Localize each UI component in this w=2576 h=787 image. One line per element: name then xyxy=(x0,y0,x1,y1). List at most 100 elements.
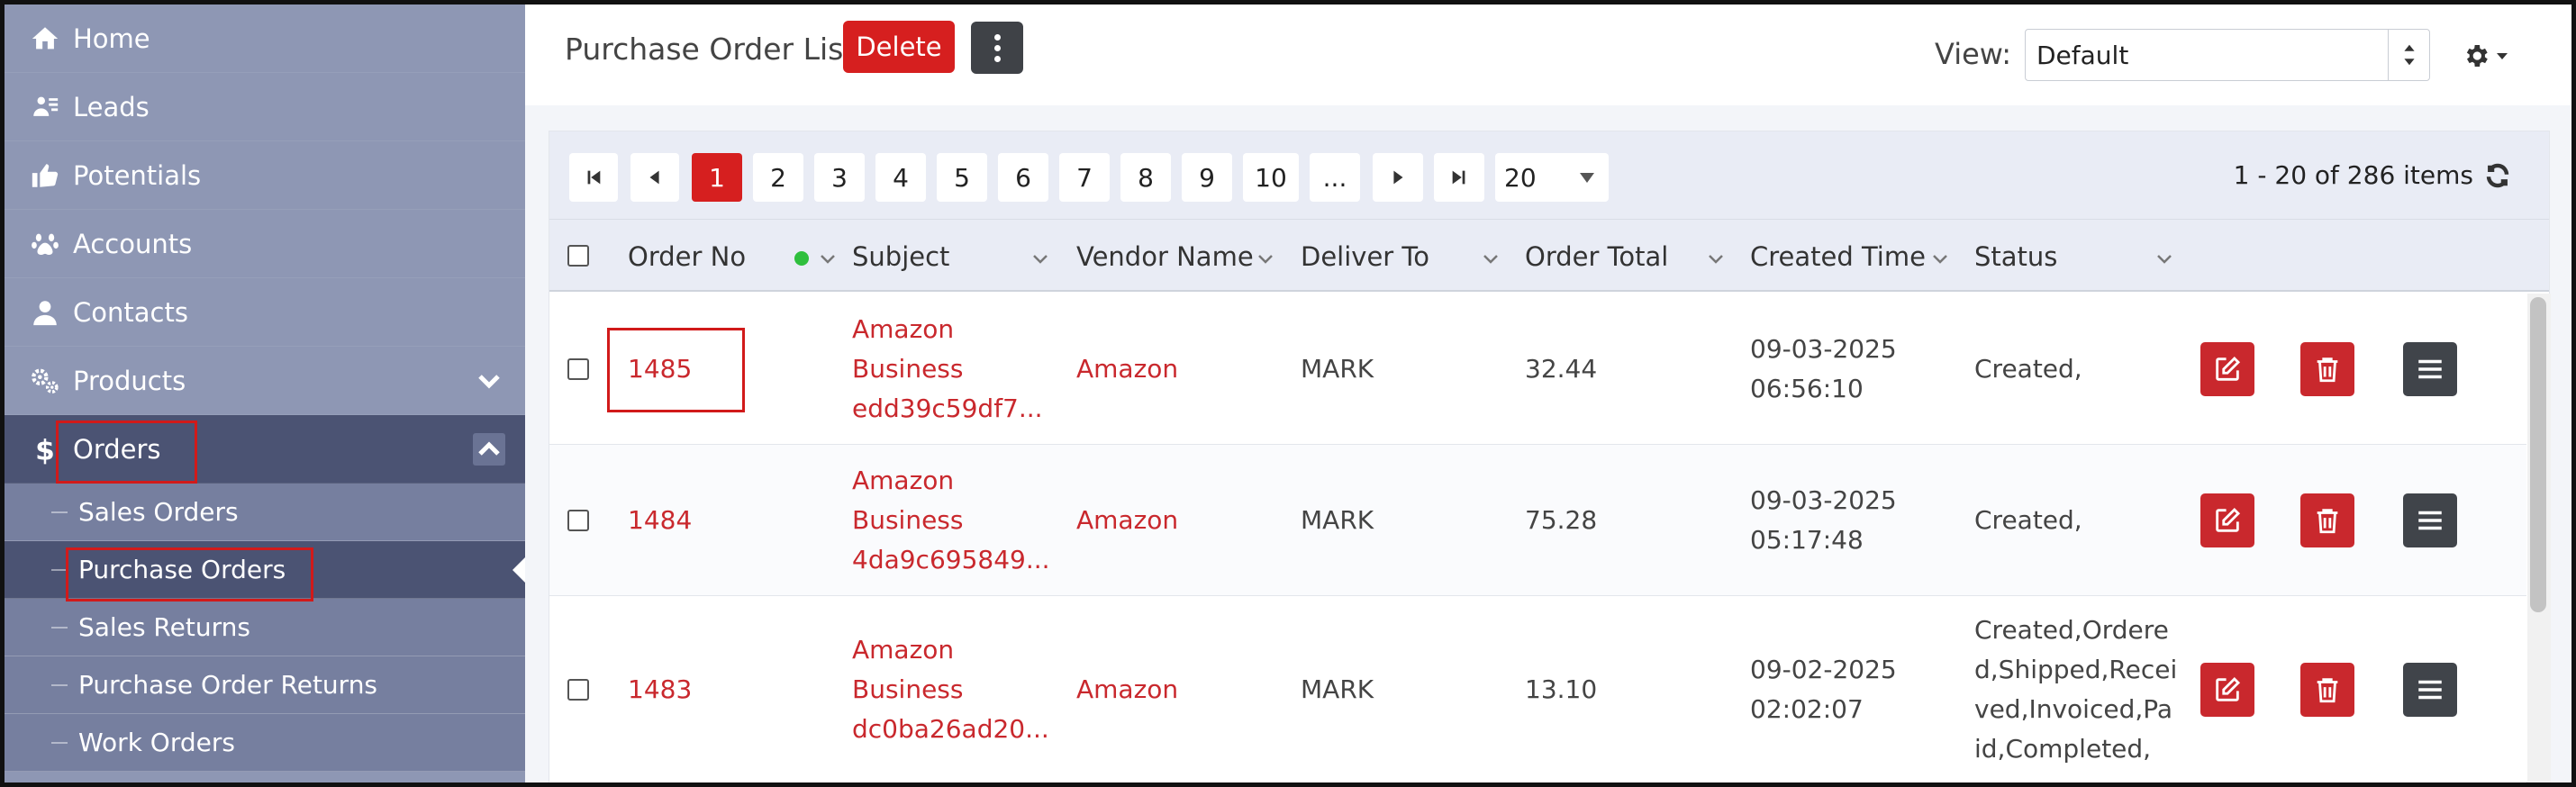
column-header-subject[interactable]: Subject xyxy=(852,241,949,272)
subject-line: Amazon xyxy=(852,314,955,344)
status-line: Created,Ordere xyxy=(1974,615,2169,645)
page-title: Purchase Order List xyxy=(565,32,856,67)
submenu-item-sales-returns[interactable]: Sales Returns xyxy=(5,599,525,656)
table-scrollbar[interactable] xyxy=(2527,294,2551,783)
page-button-7[interactable]: 7 xyxy=(1059,153,1110,202)
submenu-item-sales-orders[interactable]: Sales Orders xyxy=(5,484,525,541)
chevron-down-icon[interactable] xyxy=(1257,251,1274,264)
table-row[interactable]: 1484 Amazon Business 4da9c695849... Amaz… xyxy=(549,445,2526,596)
column-header-created-time[interactable]: Created Time xyxy=(1750,241,1926,272)
paw-icon xyxy=(26,228,64,260)
sidebar-item-potentials[interactable]: Potentials xyxy=(5,141,525,210)
last-page-button[interactable] xyxy=(1434,153,1484,202)
vendor-link[interactable]: Amazon xyxy=(1076,670,1178,710)
edit-button[interactable] xyxy=(2200,342,2254,396)
kebab-dot xyxy=(993,44,1001,51)
sidebar-item-home[interactable]: Home xyxy=(5,5,525,73)
page-button-3[interactable]: 3 xyxy=(814,153,865,202)
edit-button[interactable] xyxy=(2200,493,2254,547)
edit-icon xyxy=(2216,507,2241,532)
page-ellipsis-button[interactable]: ... xyxy=(1310,153,1360,202)
row-checkbox[interactable] xyxy=(567,358,589,380)
page-button-8[interactable]: 8 xyxy=(1120,153,1171,202)
row-menu-button[interactable] xyxy=(2403,342,2457,396)
chevron-down-icon[interactable] xyxy=(820,251,836,264)
scrollbar-thumb[interactable] xyxy=(2530,297,2546,612)
order-no-link[interactable]: 1485 xyxy=(628,349,692,389)
submenu-item-label: Sales Returns xyxy=(78,612,250,642)
vendor-link[interactable]: Amazon xyxy=(1076,349,1178,389)
first-page-button[interactable] xyxy=(569,153,618,202)
page-size-select[interactable]: 20 xyxy=(1495,153,1609,202)
chevron-down-icon[interactable] xyxy=(1932,251,1948,264)
chevron-up-icon[interactable] xyxy=(473,433,505,466)
status-line: Created, xyxy=(1974,505,2082,535)
deliver-to-value: MARK xyxy=(1301,505,1374,535)
main-content: Purchase Order List Delete View: Default… xyxy=(525,5,2571,785)
trash-icon xyxy=(2317,509,2338,534)
chevron-down-icon[interactable] xyxy=(1032,251,1048,264)
sidebar-item-products[interactable]: Products xyxy=(5,347,525,415)
column-header-vendor-name[interactable]: Vendor Name xyxy=(1076,241,1254,272)
chevron-down-icon[interactable] xyxy=(2156,251,2172,264)
subject-link[interactable]: Amazon Business edd39c59df7... xyxy=(852,310,1043,429)
page-button-9[interactable]: 9 xyxy=(1182,153,1232,202)
page-button-10[interactable]: 10 xyxy=(1243,153,1299,202)
deliver-to-value: MARK xyxy=(1301,674,1374,704)
row-checkbox[interactable] xyxy=(567,510,589,531)
edit-button[interactable] xyxy=(2200,663,2254,717)
view-select[interactable]: Default xyxy=(2025,29,2430,81)
vendor-link[interactable]: Amazon xyxy=(1076,501,1178,540)
submenu-item-work-orders[interactable]: Work Orders xyxy=(5,714,525,772)
sidebar-item-leads[interactable]: Leads xyxy=(5,73,525,141)
submenu-item-purchase-order-returns[interactable]: Purchase Order Returns xyxy=(5,656,525,714)
order-no-link[interactable]: 1483 xyxy=(628,670,692,710)
edit-icon xyxy=(2216,676,2241,701)
column-header-order-no[interactable]: Order No xyxy=(628,241,746,272)
hamburger-icon xyxy=(2418,680,2442,700)
sidebar-item-accounts[interactable]: Accounts xyxy=(5,210,525,278)
page-button-4[interactable]: 4 xyxy=(875,153,926,202)
chevron-down-icon[interactable] xyxy=(1483,251,1499,264)
row-menu-button[interactable] xyxy=(2403,493,2457,547)
sidebar-item-contacts[interactable]: Contacts xyxy=(5,278,525,347)
delete-row-button[interactable] xyxy=(2300,342,2354,396)
subject-link[interactable]: Amazon Business dc0ba26ad20... xyxy=(852,630,1049,749)
status-dot-icon xyxy=(794,251,809,266)
sidebar-item-label: Products xyxy=(73,365,186,396)
sidebar-item-orders[interactable]: $ Orders xyxy=(5,415,525,484)
next-page-button[interactable] xyxy=(1373,153,1423,202)
row-checkbox[interactable] xyxy=(567,679,589,701)
delete-row-button[interactable] xyxy=(2300,493,2354,547)
settings-dropdown[interactable] xyxy=(2462,41,2516,71)
page-button-5[interactable]: 5 xyxy=(937,153,987,202)
view-select-value: Default xyxy=(2036,40,2129,70)
created-time-value: 09-02-2025 02:02:07 xyxy=(1750,650,1897,729)
column-header-status[interactable]: Status xyxy=(1974,241,2057,272)
delete-row-button[interactable] xyxy=(2300,663,2354,717)
subject-link[interactable]: Amazon Business 4da9c695849... xyxy=(852,461,1050,580)
created-clock: 06:56:10 xyxy=(1750,374,1864,403)
page-button-6[interactable]: 6 xyxy=(998,153,1048,202)
status-line: ved,Invoiced,Pa xyxy=(1974,694,2173,724)
chevron-down-icon[interactable] xyxy=(1708,251,1724,264)
chevron-down-icon[interactable] xyxy=(473,365,505,397)
column-header-deliver-to[interactable]: Deliver To xyxy=(1301,241,1429,272)
prev-page-button[interactable] xyxy=(630,153,679,202)
refresh-icon[interactable] xyxy=(2484,162,2511,189)
page-button-2[interactable]: 2 xyxy=(753,153,803,202)
table-row[interactable]: 1483 Amazon Business dc0ba26ad20... Amaz… xyxy=(549,596,2526,785)
column-header-order-total[interactable]: Order Total xyxy=(1525,241,1668,272)
more-options-button[interactable] xyxy=(971,22,1023,74)
delete-button[interactable]: Delete xyxy=(843,21,955,73)
select-all-checkbox[interactable] xyxy=(567,245,589,267)
submenu-item-purchase-orders[interactable]: Purchase Orders xyxy=(5,541,525,599)
row-menu-button[interactable] xyxy=(2403,663,2457,717)
order-no-link[interactable]: 1484 xyxy=(628,501,692,540)
table-row[interactable]: 1485 Amazon Business edd39c59df7... Amaz… xyxy=(549,294,2526,445)
page-button-1[interactable]: 1 xyxy=(692,153,742,202)
trash-icon xyxy=(2317,357,2338,383)
submenu-item-label: Purchase Orders xyxy=(78,555,286,584)
svg-text:$: $ xyxy=(35,434,55,465)
sidebar-item-label: Home xyxy=(73,23,150,54)
